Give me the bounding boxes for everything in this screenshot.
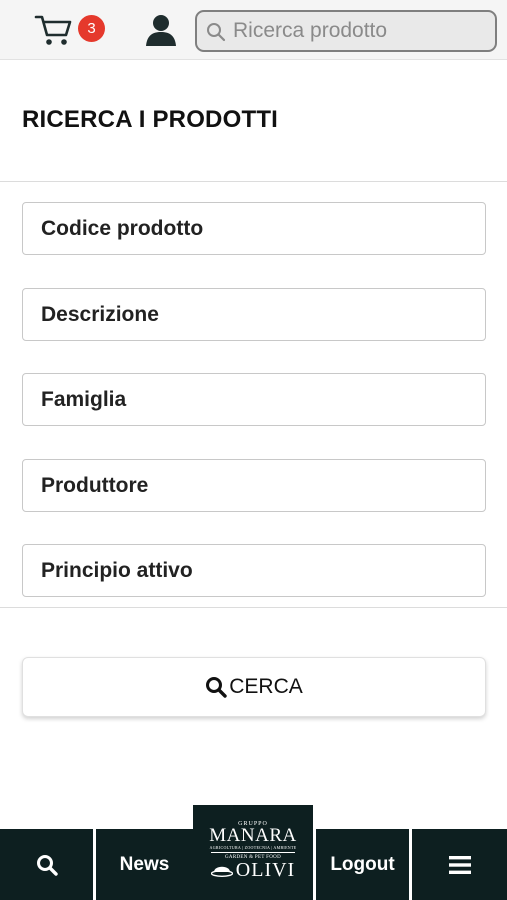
fields-divider	[0, 607, 507, 608]
produttore-field[interactable]: Produttore	[22, 459, 486, 512]
codice-prodotto-field[interactable]: Codice prodotto	[22, 202, 486, 255]
nav-search[interactable]	[0, 829, 93, 900]
logo-manara-tagline: AGRICOLTURA | ZOOTECNIA | AMBIENTE	[209, 845, 297, 850]
logo-manara-text: MANARA	[209, 825, 297, 846]
brand-logo[interactable]: GRUPPO MANARA AGRICOLTURA | ZOOTECNIA | …	[193, 805, 313, 900]
nav-news[interactable]: News	[96, 829, 193, 900]
search-icon	[206, 677, 227, 698]
search-bar[interactable]	[195, 10, 497, 52]
cart-count-badge: 3	[78, 15, 105, 42]
logo-olivi-row: OLIVI	[193, 860, 313, 880]
principio-attivo-field[interactable]: Principio attivo	[22, 544, 486, 597]
menu-icon	[448, 855, 471, 874]
cart-icon	[34, 15, 72, 45]
nav-logout[interactable]: Logout	[316, 829, 409, 900]
descrizione-field[interactable]: Descrizione	[22, 288, 486, 341]
user-button[interactable]	[144, 13, 178, 47]
nav-menu[interactable]	[412, 829, 507, 900]
search-input[interactable]	[233, 16, 489, 46]
title-divider	[0, 181, 507, 182]
top-bar: 3	[0, 0, 507, 60]
hat-icon	[210, 866, 233, 877]
search-icon	[36, 854, 58, 876]
cerca-button[interactable]: CERCA	[22, 657, 486, 717]
page-title: RICERCA I PRODOTTI	[22, 106, 279, 133]
user-icon	[146, 15, 176, 46]
cart-button[interactable]	[34, 12, 78, 48]
logo-divider	[211, 852, 295, 853]
cerca-label: CERCA	[229, 675, 303, 698]
logo-olivi-text: OLIVI	[235, 859, 296, 881]
famiglia-field[interactable]: Famiglia	[22, 373, 486, 426]
search-icon	[207, 23, 226, 42]
